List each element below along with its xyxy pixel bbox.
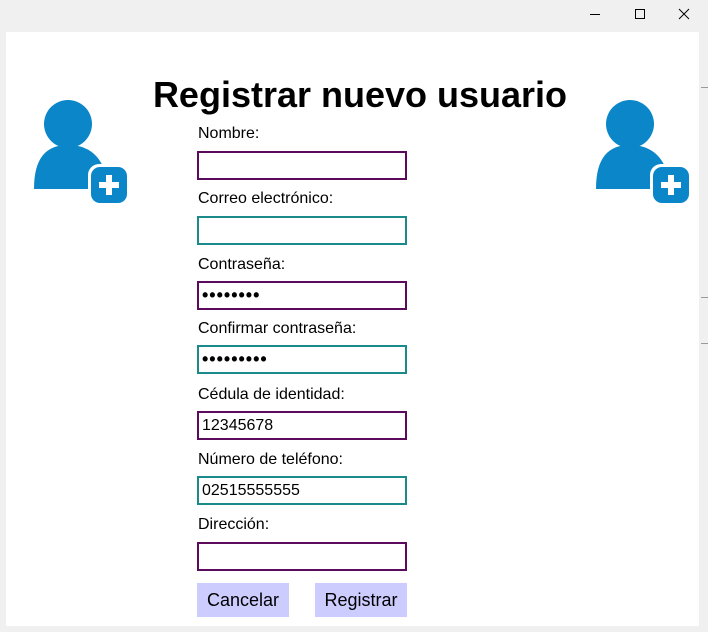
- register-button[interactable]: Registrar: [315, 583, 407, 617]
- maximize-button[interactable]: [617, 0, 663, 28]
- password-label: Contraseña:: [198, 256, 286, 273]
- email-input[interactable]: [197, 216, 407, 245]
- confirm-password-label: Confirmar contraseña:: [198, 320, 357, 337]
- address-label: Dirección:: [198, 516, 270, 533]
- email-label: Correo electrónico:: [198, 190, 334, 207]
- app-window: Registrar nuevo usuario Nombre: Correo e…: [0, 0, 708, 632]
- minimize-button[interactable]: [572, 0, 618, 28]
- window-edge: [699, 32, 708, 632]
- confirm-password-input[interactable]: [197, 345, 407, 374]
- phone-label: Número de teléfono:: [198, 451, 343, 468]
- name-label: Nombre:: [198, 125, 260, 142]
- title-bar: [0, 0, 708, 32]
- address-input[interactable]: [197, 542, 407, 571]
- cancel-button[interactable]: Cancelar: [197, 583, 289, 617]
- name-input[interactable]: [197, 151, 407, 180]
- minimize-icon: [590, 14, 600, 15]
- id-number-input[interactable]: [197, 411, 407, 440]
- maximize-icon: [635, 9, 645, 19]
- close-button[interactable]: [661, 0, 707, 28]
- close-icon: [678, 8, 690, 20]
- page-title: Registrar nuevo usuario: [152, 74, 568, 115]
- window-bottom-edge: [0, 626, 708, 632]
- password-input[interactable]: [197, 281, 407, 310]
- phone-input[interactable]: [197, 476, 407, 505]
- id-number-label: Cédula de identidad:: [198, 386, 345, 403]
